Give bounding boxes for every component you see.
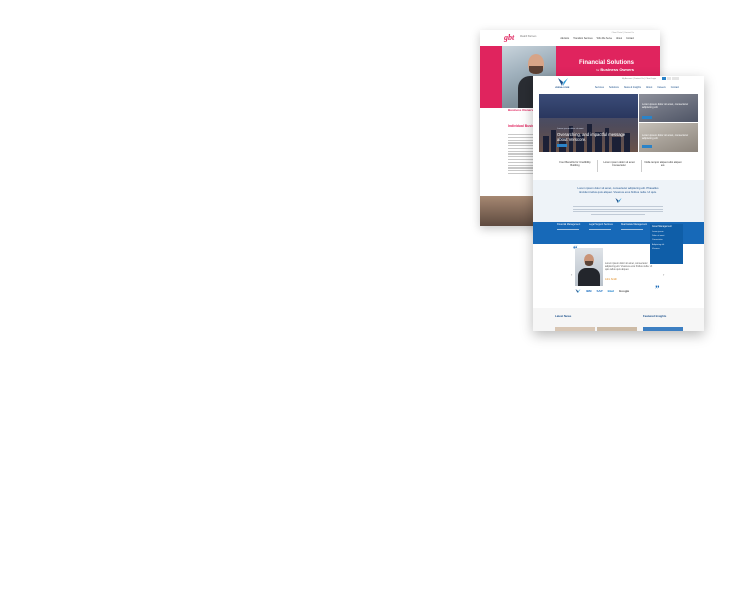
service-item[interactable]: Legal Support Services <box>589 224 617 230</box>
service-dropdown[interactable]: Asset Management Lorem ipsum Dolor sit a… <box>650 224 683 264</box>
news-thumbnail[interactable] <box>555 327 595 331</box>
service-item[interactable]: Financial Management <box>557 224 585 230</box>
dropdown-item[interactable]: Consectetur <box>652 239 681 241</box>
client-logos: IBM SAP Intel Google <box>575 289 629 293</box>
featured-insights-heading[interactable]: Featured Insights <box>643 314 666 318</box>
front-header: VERSA CORE My Account | Contact Us | Cli… <box>533 76 704 92</box>
front-nav-item[interactable]: Solutions <box>609 86 619 89</box>
front-website-mockup: VERSA CORE My Account | Contact Us | Cli… <box>533 76 704 331</box>
close-quote-icon: ” <box>655 284 660 294</box>
versacore-logo-icon <box>575 289 581 293</box>
back-nav-item[interactable]: Who We Serve <box>597 38 612 40</box>
front-hero: Lorem ipsum dolor sit amet Overarching, … <box>539 94 638 152</box>
intro-text-line <box>591 213 645 215</box>
versacore-mark-icon <box>615 198 622 203</box>
client-logo: Google <box>618 289 630 293</box>
stat-item: Four Benefits for Credibility Building <box>559 161 591 167</box>
back-hero-title: Financial Solutions <box>578 60 634 66</box>
dropdown-item[interactable]: Dolor sit amet <box>652 235 681 237</box>
front-nav-item[interactable]: About <box>646 86 652 89</box>
insight-thumbnail[interactable] <box>643 327 683 331</box>
back-nav: Advisors Transition Services Who We Serv… <box>560 38 634 40</box>
testimonial-quote: Lorem ipsum dolor sit amet, consectetur … <box>605 262 653 272</box>
client-logo: Intel <box>607 289 614 293</box>
login-button[interactable] <box>672 77 679 80</box>
back-person-beard <box>529 66 543 74</box>
back-nav-item[interactable]: About <box>616 38 622 40</box>
service-item[interactable]: Real Estate Management <box>621 224 649 230</box>
dropdown-item[interactable]: Lorem ipsum <box>652 231 681 233</box>
front-hero-kicker: Lorem ipsum dolor sit amet <box>557 128 584 130</box>
stat-divider <box>597 160 598 172</box>
front-side-card-2[interactable]: Lorem ipsum dolor sit amet, consectetur … <box>639 123 698 152</box>
front-side-card-1[interactable]: Lorem ipsum dolor sit amet, consectetur … <box>639 94 698 122</box>
back-nav-item[interactable]: Contact <box>626 38 634 40</box>
front-news-section: Latest News Featured Insights <box>533 308 704 331</box>
front-nav-item[interactable]: Careers <box>657 86 666 89</box>
front-nav: Services Solutions News & Insights About… <box>595 86 679 89</box>
intro-text-line <box>573 206 663 207</box>
front-nav-item[interactable]: Contact <box>671 86 679 89</box>
front-logo-text: VERSA CORE <box>555 87 570 89</box>
back-tagline: Wealth Partners <box>520 36 537 38</box>
client-logo: IBM <box>586 289 592 293</box>
front-hero-button[interactable] <box>557 144 567 147</box>
intro-text-line <box>573 208 663 210</box>
back-hero-label: Business Owners <box>508 108 534 112</box>
back-header: gbt Wealth Partners Client Portal | Cont… <box>480 30 660 46</box>
stat-item: Nulla tempor aliquet odio aliquet est. <box>644 161 682 167</box>
stat-item: Lorem ipsum dolor sit amet Consectetur <box>603 161 635 167</box>
side-card-2-text: Lorem ipsum dolor sit amet, consectetur … <box>642 134 689 140</box>
dropdown-item[interactable]: Adipiscing elit <box>652 244 681 246</box>
stat-divider <box>641 160 642 172</box>
front-stats-row: Four Benefits for Credibility Building L… <box>533 156 704 178</box>
front-intro-section: Lorem ipsum dolor sit amet, consectetur … <box>533 180 704 222</box>
news-thumbnail[interactable] <box>597 327 637 331</box>
search-input[interactable] <box>667 77 671 80</box>
side-card-2-button[interactable] <box>642 145 652 148</box>
front-utility-links[interactable]: My Account | Contact Us | Client Login <box>622 78 656 80</box>
back-footer-photo <box>480 196 534 226</box>
front-hero-title: Overarching, and impactful message about… <box>557 132 626 143</box>
chevron-left-icon[interactable]: ‹ <box>571 272 572 277</box>
dropdown-title[interactable]: Asset Management <box>652 226 681 229</box>
intro-text-line <box>573 211 663 212</box>
back-hero-subtitle: for Business Owners <box>596 67 634 72</box>
back-nav-item[interactable]: Transition Services <box>573 38 592 40</box>
testimonial-author: John Smith <box>605 278 617 281</box>
dropdown-item[interactable]: Vivamus <box>652 248 681 250</box>
front-nav-item[interactable]: Services <box>595 86 604 89</box>
front-intro-title: Lorem ipsum dolor sit amet, consectetur … <box>577 186 659 194</box>
search-icon[interactable] <box>662 77 666 80</box>
latest-news-heading[interactable]: Latest News <box>555 314 571 318</box>
client-logo: SAP <box>596 289 603 293</box>
testimonial-avatar <box>575 248 603 286</box>
back-utility-links[interactable]: Client Portal | Contact Us <box>612 32 634 34</box>
back-nav-item[interactable]: Advisors <box>560 38 569 40</box>
versacore-logo-icon[interactable] <box>558 78 568 86</box>
chevron-right-icon[interactable]: › <box>663 272 664 277</box>
front-search[interactable] <box>662 77 679 80</box>
side-card-1-button[interactable] <box>642 116 652 119</box>
front-nav-item[interactable]: News & Insights <box>624 86 641 89</box>
back-logo[interactable]: gbt <box>504 33 514 42</box>
side-card-1-text: Lorem ipsum dolor sit amet, consectetur … <box>642 103 689 109</box>
